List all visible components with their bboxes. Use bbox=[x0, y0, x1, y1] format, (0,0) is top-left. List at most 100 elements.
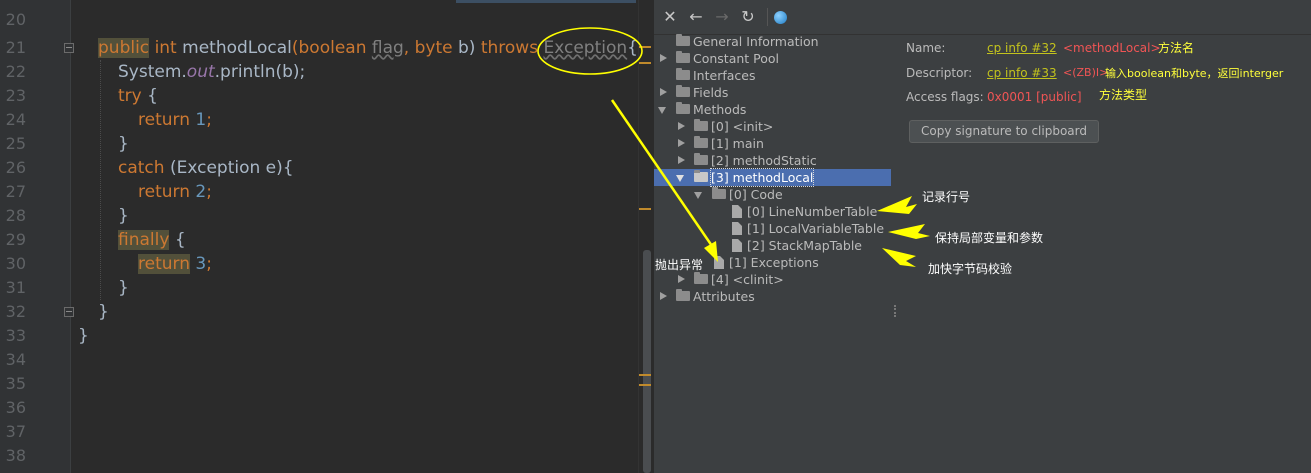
code-line-21: public int methodLocal(boolean flag, byt… bbox=[98, 36, 638, 60]
tree-item-method-local[interactable]: [3] methodLocal bbox=[654, 168, 891, 187]
folder-icon bbox=[676, 102, 690, 114]
line-number: 32 bbox=[5, 302, 26, 321]
code-editor[interactable]: 20 21 22 23 24 25 26 27 28 29 30 31 32 3… bbox=[0, 0, 654, 473]
code-line-31: } bbox=[118, 276, 129, 300]
forward-arrow-icon[interactable]: → bbox=[712, 7, 732, 27]
error-stripe-mark[interactable] bbox=[639, 384, 651, 386]
line-number: 28 bbox=[5, 206, 26, 225]
line-number: 37 bbox=[5, 422, 26, 441]
tree-item-label: [0] Code bbox=[729, 187, 783, 202]
expand-arrow-icon[interactable] bbox=[660, 88, 667, 96]
tree-item-label: [2] methodStatic bbox=[711, 153, 817, 168]
line-number: 34 bbox=[5, 350, 26, 369]
tree-item-stack-map-table[interactable]: [2] StackMapTable bbox=[654, 237, 891, 254]
scrollbar-thumb[interactable] bbox=[643, 250, 651, 473]
keyword-return: return bbox=[138, 110, 190, 130]
brace: } bbox=[78, 326, 89, 346]
tree-item-method-main[interactable]: [1] main bbox=[654, 135, 891, 152]
expand-arrow-icon[interactable] bbox=[678, 156, 685, 164]
line-number: 29 bbox=[5, 230, 26, 249]
folder-icon bbox=[694, 119, 708, 131]
descriptor-cp-link[interactable]: cp info #33 bbox=[987, 65, 1057, 81]
file-icon bbox=[714, 256, 724, 269]
code-line-23: try { bbox=[118, 84, 158, 108]
semicolon: ; bbox=[206, 110, 212, 130]
tree-item-methods[interactable]: Methods bbox=[654, 101, 891, 118]
tree-item-label: [0] <init> bbox=[711, 119, 774, 134]
folder-icon bbox=[676, 51, 690, 63]
error-stripe-mark[interactable] bbox=[639, 208, 651, 210]
collapse-arrow-icon[interactable] bbox=[658, 107, 666, 114]
expand-arrow-icon[interactable] bbox=[678, 275, 685, 283]
folder-icon bbox=[694, 153, 708, 165]
descriptor-value: <(ZB)I> bbox=[1063, 66, 1109, 79]
annotation-exceptions: 抛出异常 bbox=[655, 258, 704, 272]
expand-arrow-icon[interactable] bbox=[678, 122, 685, 130]
tree-item-label: [1] main bbox=[711, 136, 764, 151]
folder-icon bbox=[676, 34, 690, 46]
code-line-29: finally { bbox=[118, 228, 186, 252]
fold-marker[interactable] bbox=[64, 43, 74, 53]
line-number: 24 bbox=[5, 110, 26, 129]
annotation-method-name: 方法名 bbox=[1158, 41, 1195, 55]
expand-arrow-icon[interactable] bbox=[660, 292, 667, 300]
param-flag: flag bbox=[371, 38, 404, 58]
number-literal: 3 bbox=[195, 254, 207, 274]
method-name: methodLocal bbox=[182, 38, 292, 58]
line-number: 36 bbox=[5, 398, 26, 417]
close-icon[interactable]: ✕ bbox=[660, 7, 680, 27]
line-number: 38 bbox=[5, 446, 26, 465]
back-arrow-icon[interactable]: ← bbox=[686, 7, 706, 27]
keyword-public: public bbox=[98, 38, 150, 58]
tree-item-label: Interfaces bbox=[693, 68, 756, 83]
tree-item-method-static[interactable]: [2] methodStatic bbox=[654, 152, 891, 169]
error-stripe-mark[interactable] bbox=[639, 62, 651, 64]
error-stripe-mark[interactable] bbox=[639, 46, 651, 48]
keyword-return: return bbox=[138, 254, 190, 274]
tree-item-label: Attributes bbox=[693, 289, 755, 304]
tab-indicator bbox=[456, 0, 636, 3]
expand-arrow-icon[interactable] bbox=[678, 139, 685, 147]
semicolon: ; bbox=[206, 182, 212, 202]
collapse-arrow-icon[interactable] bbox=[694, 192, 702, 199]
tree-item-line-number-table[interactable]: [0] LineNumberTable bbox=[654, 203, 891, 220]
static-field-out: out bbox=[186, 62, 215, 82]
tree-item-attributes[interactable]: Attributes bbox=[654, 288, 891, 305]
tree-item-interfaces[interactable]: Interfaces bbox=[654, 67, 891, 84]
fold-marker[interactable] bbox=[64, 307, 74, 317]
folder-icon bbox=[694, 170, 708, 182]
tree-item-method-init[interactable]: [0] <init> bbox=[654, 118, 891, 135]
tree-item-label: Fields bbox=[693, 85, 729, 100]
tree-item-general-information[interactable]: General Information bbox=[654, 33, 891, 50]
toolbar-separator bbox=[767, 8, 768, 26]
code-token: .println(b); bbox=[214, 62, 306, 82]
file-icon bbox=[732, 205, 742, 218]
panel-splitter[interactable] bbox=[894, 305, 898, 317]
tree-item-label: [1] Exceptions bbox=[729, 255, 819, 270]
brace: { bbox=[174, 230, 186, 250]
line-number: 26 bbox=[5, 158, 26, 177]
brace: } bbox=[118, 278, 129, 298]
keyword-try: try bbox=[118, 86, 142, 106]
tree-item-constant-pool[interactable]: Constant Pool bbox=[654, 50, 891, 67]
access-flags-value: 0x0001 [public] bbox=[987, 90, 1082, 104]
line-number-gutter: 20 21 22 23 24 25 26 27 28 29 30 31 32 3… bbox=[0, 0, 74, 473]
tree-item-fields[interactable]: Fields bbox=[654, 84, 891, 101]
catch-argument: (Exception e){ bbox=[169, 158, 294, 178]
collapse-arrow-icon[interactable] bbox=[676, 175, 684, 182]
brace: } bbox=[118, 206, 129, 226]
keyword-int: int bbox=[154, 38, 177, 58]
keyword-byte: byte bbox=[414, 38, 453, 58]
number-literal: 2 bbox=[195, 182, 207, 202]
error-stripe-mark[interactable] bbox=[639, 374, 651, 376]
code-line-25: } bbox=[118, 132, 129, 156]
refresh-icon[interactable]: ↻ bbox=[738, 7, 758, 27]
name-cp-link[interactable]: cp info #32 bbox=[987, 40, 1057, 56]
tree-item-method-clinit[interactable]: [4] <clinit> bbox=[654, 271, 891, 288]
expand-arrow-icon[interactable] bbox=[660, 54, 667, 62]
globe-icon[interactable] bbox=[774, 11, 787, 24]
code-line-22: System.out.println(b); bbox=[118, 60, 305, 84]
tree-item-code[interactable]: [0] Code bbox=[654, 186, 891, 203]
copy-signature-button[interactable]: Copy signature to clipboard bbox=[909, 120, 1099, 143]
tree-item-local-variable-table[interactable]: [1] LocalVariableTable bbox=[654, 220, 891, 237]
